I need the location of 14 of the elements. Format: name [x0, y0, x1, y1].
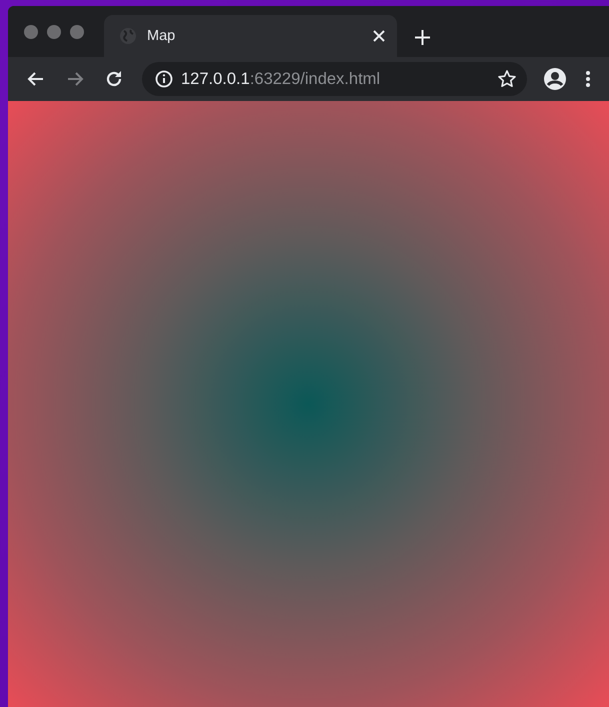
- star-icon[interactable]: [497, 69, 517, 89]
- globe-icon: [119, 27, 137, 45]
- menu-icon[interactable]: [585, 70, 591, 88]
- profile-icon[interactable]: [543, 67, 567, 91]
- close-window-button[interactable]: [24, 25, 38, 39]
- info-icon[interactable]: [155, 70, 173, 88]
- url-text: 127.0.0.1:63229/index.html: [181, 70, 382, 88]
- tab-title: Map: [147, 28, 176, 44]
- browser-tab[interactable]: Map: [104, 15, 397, 57]
- new-tab-icon[interactable]: [415, 30, 430, 45]
- zoom-button[interactable]: [70, 25, 84, 39]
- minimize-button[interactable]: [47, 25, 61, 39]
- address-bar[interactable]: 127.0.0.1:63229/index.html: [142, 62, 527, 96]
- close-icon[interactable]: [373, 30, 385, 42]
